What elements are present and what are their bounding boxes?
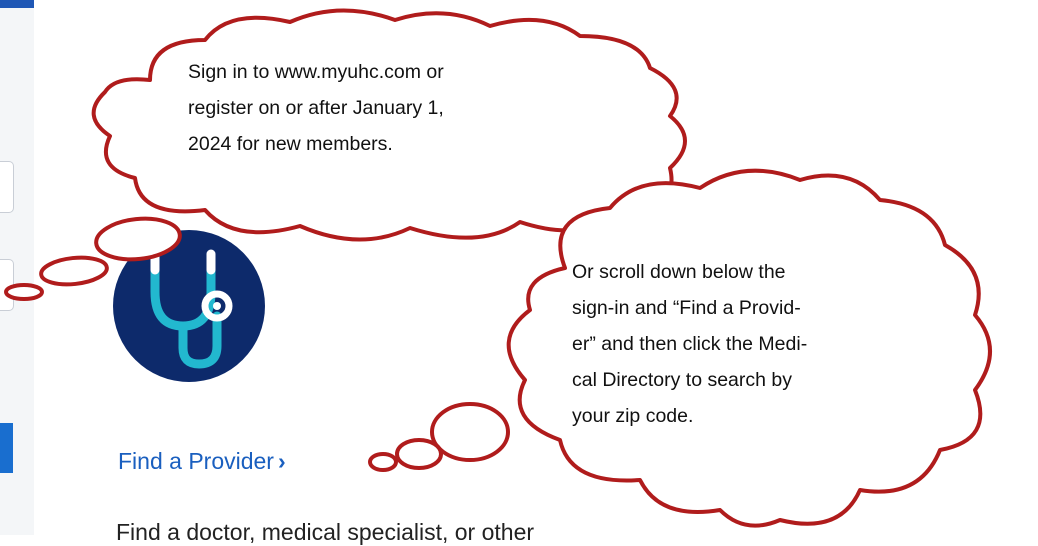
signin-callout-line: Sign in to www.myuhc.com or bbox=[188, 61, 444, 83]
trail-bubble-1a bbox=[94, 216, 182, 262]
trail-bubble-2a bbox=[430, 402, 510, 462]
directory-callout-line: sign-in and “Find a Provid- bbox=[572, 297, 801, 319]
trail-bubble-1c bbox=[4, 283, 44, 301]
signin-callout-line: register on or after January 1, bbox=[188, 97, 444, 119]
screenshot-stage: Find a Provider › Find a doctor, medical … bbox=[0, 0, 1038, 545]
signin-callout-line: 2024 for new members. bbox=[188, 133, 393, 155]
directory-callout-line: Or scroll down below the bbox=[572, 261, 786, 283]
signin-callout-text: Sign in to www.myuhc.com or register on … bbox=[188, 54, 444, 162]
callout-clouds bbox=[4, 8, 992, 528]
directory-callout-text: Or scroll down below the sign-in and “Fi… bbox=[572, 254, 807, 434]
directory-callout-line: er” and then click the Medi- bbox=[572, 333, 808, 355]
trail-bubble-2b bbox=[395, 438, 443, 470]
directory-callout-line: cal Directory to search by bbox=[572, 369, 792, 391]
trail-bubble-2c bbox=[368, 452, 398, 472]
directory-callout-line: your zip code. bbox=[572, 405, 694, 427]
trail-bubble-1b bbox=[39, 255, 109, 287]
